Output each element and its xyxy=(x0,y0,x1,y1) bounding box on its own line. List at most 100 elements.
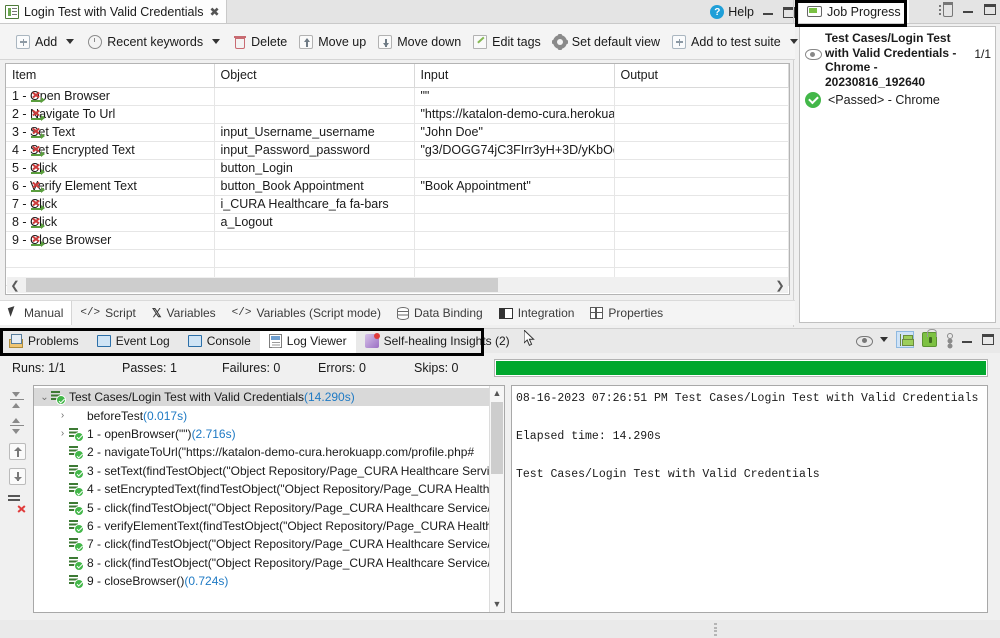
table-row[interactable]: 6 - Verify Element Text button_Book Appoi… xyxy=(6,177,789,196)
execution-result-tree[interactable]: ⌄ Test Cases/Login Test with Valid Creden… xyxy=(33,385,505,613)
move-up-icon[interactable] xyxy=(8,443,26,460)
table-row[interactable]: 1 - Open Browser "" xyxy=(6,87,789,106)
status-bar xyxy=(0,620,1000,638)
tree-row[interactable]: 8 - click(findTestObject("Object Reposit… xyxy=(34,554,504,572)
tree-row[interactable]: 2 - navigateToUrl("https://katalon-demo-… xyxy=(34,443,504,461)
tab-log-viewer[interactable]: Log Viewer xyxy=(259,329,356,353)
editor-tab-login-test[interactable]: Login Test with Valid Credentials ✖ xyxy=(0,0,227,23)
job-progress-entry[interactable]: Test Cases/Login Test with Valid Credent… xyxy=(800,27,995,89)
tree-row-label: beforeTest xyxy=(87,408,144,423)
toolbar-button-delete[interactable]: Delete xyxy=(228,29,293,55)
table-row[interactable]: 7 - Click i_CURA Healthcare_fa fa-bars xyxy=(6,195,789,214)
move-down-icon[interactable] xyxy=(8,468,26,485)
tab-integration[interactable]: Integration xyxy=(491,301,583,325)
lock-icon[interactable] xyxy=(922,329,937,347)
tree-row[interactable]: 3 - setText(findTestObject("Object Repos… xyxy=(34,462,504,480)
table-row[interactable]: 3 - Set Text input_Username_username "John… xyxy=(6,123,789,142)
help-button[interactable]: ? Help xyxy=(710,5,754,19)
table-row[interactable]: 8 - Click a_Logout xyxy=(6,213,789,232)
scroll-down-icon[interactable]: ▼ xyxy=(490,597,504,612)
tab-problems[interactable]: Problems xyxy=(0,329,88,353)
collapse-all-icon[interactable] xyxy=(8,391,26,409)
scroll-up-icon[interactable]: ▲ xyxy=(490,386,504,401)
table-row[interactable] xyxy=(6,249,789,268)
tab-manual[interactable]: Manual xyxy=(0,301,73,325)
scroll-thumb[interactable] xyxy=(26,278,498,292)
toolbar-button-edit-tags[interactable]: Edit tags xyxy=(467,29,547,55)
stat-failures-label: Failures: xyxy=(222,361,270,375)
column-header-item[interactable]: Item xyxy=(6,64,215,88)
toolbar-button-set-default-view[interactable]: Set default view xyxy=(547,29,666,55)
keyword-step-icon xyxy=(31,181,45,193)
scroll-left-icon[interactable]: ❮ xyxy=(7,279,23,292)
test-case-toolbar: Add Recent keywords Delete Move up Move down… xyxy=(0,24,798,60)
table-row[interactable]: 9 - Close Browser xyxy=(6,231,789,250)
tab-event-log[interactable]: Event Log xyxy=(87,329,179,353)
tree-row[interactable]: 9 - closeBrowser() (0.724s) xyxy=(34,572,504,590)
tab-properties[interactable]: Properties xyxy=(582,301,671,325)
twisty-icon[interactable]: ⌄ xyxy=(38,392,51,403)
chevron-down-icon[interactable] xyxy=(212,39,221,44)
column-header-input[interactable]: Input xyxy=(414,64,615,88)
resize-grip[interactable] xyxy=(714,623,717,636)
integration-icon xyxy=(498,307,513,319)
chevron-down-icon[interactable] xyxy=(880,337,888,342)
tab-variables[interactable]: 𝕏 Variables xyxy=(144,301,224,325)
scroll-thumb[interactable] xyxy=(491,402,503,474)
chevron-down-icon[interactable] xyxy=(66,39,75,44)
minimize-icon[interactable] xyxy=(961,335,974,345)
scroll-right-icon[interactable]: ❯ xyxy=(772,279,788,292)
tab-job-progress[interactable]: Job Progress xyxy=(799,0,909,23)
table-row[interactable]: 4 - Set Encrypted Text input_Password_pas… xyxy=(6,141,789,160)
tree-vertical-scrollbar[interactable]: ▲ ▼ xyxy=(489,386,504,612)
eye-icon[interactable] xyxy=(804,45,822,63)
job-progress-count: 1/1 xyxy=(974,47,991,61)
cell-item: 6 - Verify Element Text xyxy=(6,177,215,196)
tree-row[interactable]: › 1 - openBrowser("") (2.716s) xyxy=(34,425,504,443)
tab-self-healing-insights-2-[interactable]: Self-healing Insights (2) xyxy=(355,329,519,353)
clear-log-icon[interactable] xyxy=(8,493,26,513)
column-header-object[interactable]: Object xyxy=(214,64,415,88)
scroll-track[interactable] xyxy=(23,278,772,292)
toolbar-button-recent-keywords[interactable]: Recent keywords xyxy=(82,29,209,55)
tree-view-toggle-icon[interactable] xyxy=(896,331,914,348)
tree-row[interactable]: 7 - click(findTestObject("Object Reposit… xyxy=(34,535,504,553)
chevron-down-icon[interactable] xyxy=(789,39,798,44)
toolbar-button-add[interactable]: Add xyxy=(10,29,63,55)
minimize-icon[interactable] xyxy=(762,7,775,17)
job-progress-title: Test Cases/Login Test with Valid Credent… xyxy=(825,31,957,89)
column-header-output[interactable]: Output xyxy=(614,64,789,88)
keyword-step-icon xyxy=(31,145,45,157)
table-row[interactable]: 2 - Navigate To Url "https://katalon-demo… xyxy=(6,105,789,124)
twisty-icon[interactable]: › xyxy=(56,410,69,421)
tree-row[interactable]: 4 - setEncryptedText(findTestObject("Obj… xyxy=(34,480,504,498)
gear-icon xyxy=(551,33,568,50)
maximize-icon[interactable] xyxy=(982,334,994,345)
twisty-icon[interactable]: › xyxy=(56,428,69,439)
tree-row[interactable]: ⌄ Test Cases/Login Test with Valid Creden… xyxy=(34,388,504,407)
toolbar-button-move-down[interactable]: Move down xyxy=(372,29,467,55)
table-row[interactable]: 5 - Click button_Login xyxy=(6,159,789,178)
view-menu-icon[interactable] xyxy=(945,332,953,348)
job-progress-status-row: <Passed> - Chrome xyxy=(800,89,995,108)
tab-data-binding[interactable]: Data Binding xyxy=(389,301,491,325)
toolbar-button-add-to-test-suite[interactable]: Add to test suite xyxy=(666,29,787,55)
tree-row[interactable]: 5 - click(findTestObject("Object Reposit… xyxy=(34,498,504,516)
cell-item-label: 2 - Navigate To Url xyxy=(12,107,116,121)
close-icon[interactable]: ✖ xyxy=(210,5,220,19)
tab-script[interactable]: </> Script xyxy=(72,301,144,325)
toolbar-button-move-up[interactable]: Move up xyxy=(293,29,372,55)
cell-item: 5 - Click xyxy=(6,159,215,178)
tree-row[interactable]: › beforeTest (0.017s) xyxy=(34,406,504,424)
table-horizontal-scrollbar[interactable]: ❮ ❯ xyxy=(7,277,788,293)
tree-row[interactable]: 6 - verifyElementText(findTestObject("Ob… xyxy=(34,517,504,535)
maximize-icon[interactable] xyxy=(984,4,996,15)
minimize-icon[interactable] xyxy=(962,5,975,15)
tab-variables-script-mode-[interactable]: </> Variables (Script mode) xyxy=(224,301,389,325)
tab-console[interactable]: Console xyxy=(178,329,260,353)
bottom-panel-tab-bar: Problems Event Log Console Log Viewer Self-h… xyxy=(0,328,1000,356)
eye-icon[interactable] xyxy=(856,332,873,348)
keyword-step-icon xyxy=(31,217,45,229)
expand-all-icon[interactable] xyxy=(8,417,26,435)
clear-log-icon[interactable] xyxy=(939,2,953,17)
